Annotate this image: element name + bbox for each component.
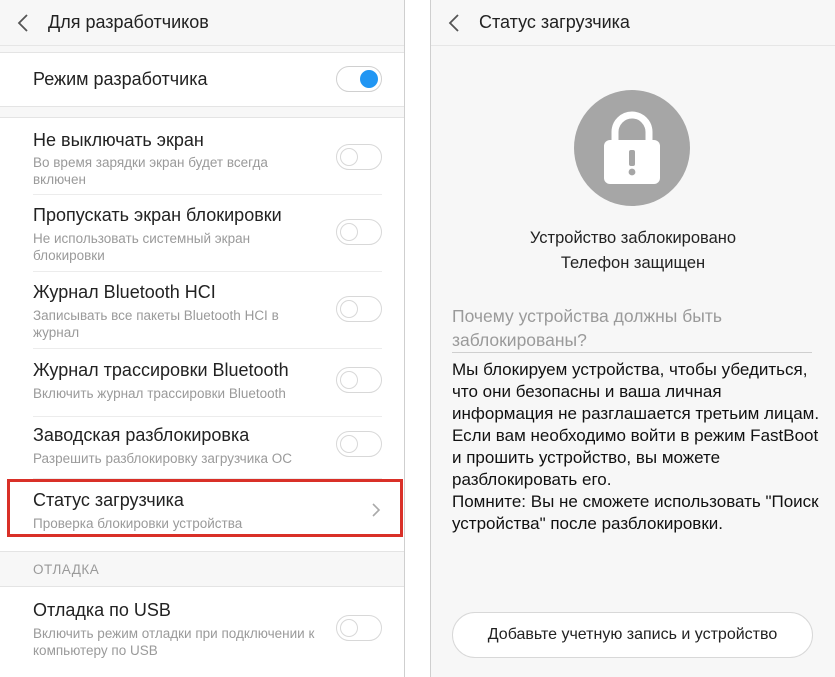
warning-paragraph: Помните: Вы не сможете использовать "Пои… bbox=[452, 492, 819, 533]
item-title: Журнал трассировки Bluetooth bbox=[33, 360, 289, 380]
bootloader-status-header: Статус загрузчика bbox=[431, 0, 835, 46]
padlock-icon bbox=[604, 111, 660, 184]
item-title: Пропускать экран блокировки bbox=[33, 205, 282, 225]
why-locked-question: Почему устройства должны быть заблокиров… bbox=[452, 306, 722, 350]
lock-circle bbox=[574, 90, 690, 206]
status-protected-text: Телефон защищен bbox=[560, 254, 706, 272]
item-subtitle: Записывать все пакеты Bluetooth HCI в жу… bbox=[33, 308, 279, 340]
item-subtitle: Не использовать системный экран блокиров… bbox=[33, 231, 251, 263]
developer-mode-section: Режим разработчика bbox=[0, 52, 404, 107]
bluetooth-trace-toggle[interactable] bbox=[336, 367, 382, 393]
list-item-oem-unlock[interactable]: Заводская разблокировка Разрешить разбло… bbox=[0, 417, 404, 477]
bluetooth-hci-toggle[interactable] bbox=[336, 296, 382, 322]
page-title: Для разработчиков bbox=[48, 12, 209, 32]
developer-mode-toggle[interactable] bbox=[336, 66, 382, 92]
explanation-text: Мы блокируем устройства, чтобы убедиться… bbox=[452, 359, 822, 535]
item-title: Журнал Bluetooth HCI bbox=[33, 282, 216, 302]
stay-awake-toggle[interactable] bbox=[336, 144, 382, 170]
add-account-device-button[interactable]: Добавьте учетную запись и устройство bbox=[452, 612, 813, 658]
question-underline bbox=[452, 352, 812, 353]
list-item-usb-debugging[interactable]: Отладка по USB Включить режим отладки пр… bbox=[0, 587, 404, 667]
item-subtitle: Включить режим отладки при подключении к… bbox=[33, 626, 315, 658]
highlight-box bbox=[7, 479, 403, 537]
developer-options-screen: Для разработчиков Режим разработчика Не … bbox=[0, 0, 405, 677]
item-title: Не выключать экран bbox=[33, 130, 204, 150]
back-chevron-icon[interactable] bbox=[445, 12, 463, 34]
item-subtitle: Включить журнал трассировки Bluetooth bbox=[33, 386, 286, 401]
explanation-paragraph: Мы блокируем устройства, чтобы убедиться… bbox=[452, 360, 820, 489]
debug-section-label: ОТЛАДКА bbox=[33, 562, 100, 577]
skip-lockscreen-toggle[interactable] bbox=[336, 219, 382, 245]
list-item-stay-awake[interactable]: Не выключать экран Во время зарядки экра… bbox=[0, 118, 404, 194]
developer-mode-label: Режим разработчика bbox=[33, 69, 208, 89]
list-item-bluetooth-hci[interactable]: Журнал Bluetooth HCI Записывать все паке… bbox=[0, 272, 404, 348]
usb-debugging-toggle[interactable] bbox=[336, 615, 382, 641]
item-subtitle: Во время зарядки экран будет всегда вклю… bbox=[33, 155, 268, 187]
list-item-skip-lockscreen[interactable]: Пропускать экран блокировки Не использов… bbox=[0, 195, 404, 271]
item-title: Отладка по USB bbox=[33, 600, 171, 620]
bootloader-status-screen: Статус загрузчика Устройство заблокирова… bbox=[430, 0, 835, 677]
list-item-bluetooth-trace[interactable]: Журнал трассировки Bluetooth Включить жу… bbox=[0, 349, 404, 416]
developer-options-header: Для разработчиков bbox=[0, 0, 404, 46]
oem-unlock-toggle[interactable] bbox=[336, 431, 382, 457]
item-subtitle: Разрешить разблокировку загрузчика ОС bbox=[33, 451, 292, 466]
developer-mode-item[interactable]: Режим разработчика bbox=[0, 53, 404, 108]
back-chevron-icon[interactable] bbox=[14, 12, 32, 34]
debug-section: Отладка по USB Включить режим отладки пр… bbox=[0, 586, 404, 677]
page-title: Статус загрузчика bbox=[479, 12, 630, 32]
status-locked-text: Устройство заблокировано bbox=[529, 229, 737, 247]
item-title: Заводская разблокировка bbox=[33, 425, 250, 445]
